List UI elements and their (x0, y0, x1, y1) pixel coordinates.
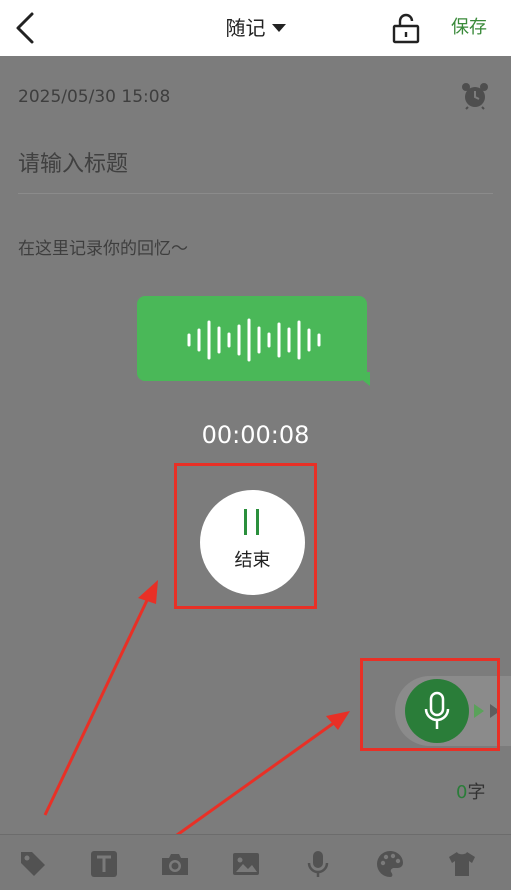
note-type-selector[interactable]: 随记 (0, 14, 511, 42)
note-date: 2025/05/30 15:08 (18, 87, 171, 107)
image-icon[interactable] (231, 849, 261, 879)
word-count-unit: 字 (467, 782, 486, 803)
highlight-box-mic (360, 658, 500, 751)
unlock-icon[interactable] (391, 12, 421, 44)
title-input[interactable]: 请输入标题 (18, 146, 128, 178)
highlight-box-stop (174, 463, 317, 609)
tag-icon[interactable] (18, 849, 48, 879)
divider (18, 193, 493, 194)
text-format-icon[interactable] (89, 849, 119, 879)
bottom-toolbar (0, 834, 511, 890)
alarm-clock-icon[interactable] (461, 82, 489, 110)
top-bar: 随记 保存 (0, 0, 511, 56)
shirt-icon[interactable] (447, 849, 477, 879)
microphone-icon[interactable] (303, 849, 333, 879)
word-count-number: 0 (456, 782, 468, 803)
waveform-icon (187, 318, 321, 362)
caret-down-icon (271, 23, 286, 32)
recording-timer: 00:00:08 (201, 421, 310, 449)
palette-icon[interactable] (375, 849, 405, 879)
page-title: 随记 (225, 16, 266, 40)
save-button[interactable]: 保存 (451, 14, 487, 42)
camera-icon[interactable] (160, 849, 190, 879)
bubble-tail (352, 372, 370, 386)
content-input[interactable]: 在这里记录你的回忆～ (18, 234, 188, 259)
word-count: 0字 (456, 778, 485, 804)
